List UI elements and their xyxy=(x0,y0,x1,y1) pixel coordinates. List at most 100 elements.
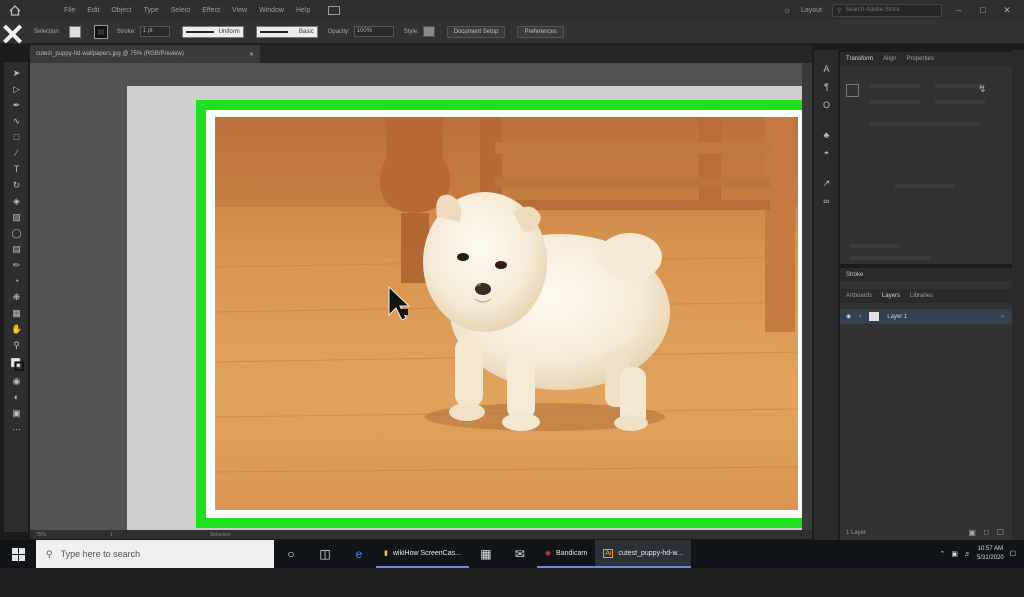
tab-libraries[interactable]: Libraries xyxy=(910,293,933,299)
document-tab[interactable]: cutest_puppy-hd-wallpapers.jpg @ 75% (RG… xyxy=(30,45,260,63)
tab-properties[interactable]: Properties xyxy=(906,56,933,62)
reference-point-icon[interactable] xyxy=(846,84,859,97)
workspace-layout-icon[interactable] xyxy=(328,5,341,15)
style-swatch[interactable] xyxy=(422,26,435,37)
brush-dropdown[interactable]: Basic xyxy=(255,25,318,38)
puppy-photo[interactable] xyxy=(215,117,798,510)
brushes-panel-icon[interactable]: ◓ xyxy=(821,148,832,158)
tab-transform[interactable]: Transform xyxy=(846,56,873,62)
taskbar-app-screencast[interactable]: ▮ wikiHow ScreenCas... xyxy=(376,540,469,568)
menu-select[interactable]: Select xyxy=(165,7,196,14)
current-tool-readout[interactable]: Selection xyxy=(210,532,231,538)
pen-tool-icon[interactable]: ✒ xyxy=(11,100,22,110)
task-view-icon[interactable]: ◫ xyxy=(308,540,342,568)
menu-file[interactable]: File xyxy=(58,7,81,14)
tab-close-icon[interactable]: ✕ xyxy=(249,51,254,58)
menu-type[interactable]: Type xyxy=(138,7,165,14)
eyedropper-tool-icon[interactable]: ✏ xyxy=(11,260,22,270)
maximize-button[interactable]: □ xyxy=(976,5,990,15)
network-icon[interactable]: ▣ xyxy=(951,550,958,558)
visibility-eye-icon[interactable]: ◉ xyxy=(846,313,851,320)
show-hidden-icons-icon[interactable]: ⌃ xyxy=(940,550,946,558)
mail-icon[interactable]: ✉ xyxy=(503,540,537,568)
rotate-tool-icon[interactable]: ↻ xyxy=(11,180,22,190)
minimize-button[interactable]: – xyxy=(952,5,966,15)
symbol-sprayer-tool-icon[interactable]: ❋ xyxy=(11,292,22,302)
transform-constrain-icon[interactable]: ↯ xyxy=(978,84,986,95)
direct-selection-tool-icon[interactable]: ▷ xyxy=(11,84,22,94)
notifications-icon[interactable]: ☐ xyxy=(1010,550,1016,558)
menu-object[interactable]: Object xyxy=(105,7,137,14)
store-icon[interactable]: ▦ xyxy=(469,540,503,568)
stroke-weight-field[interactable]: 1 pt xyxy=(139,26,170,37)
screen-mode-icon[interactable]: ▣ xyxy=(11,408,22,418)
menu-window[interactable]: Window xyxy=(253,7,290,14)
stock-search-input[interactable]: ⚲ Search Adobe Stock xyxy=(832,3,942,17)
character-panel-icon[interactable]: A xyxy=(821,64,832,74)
layer-target-icon[interactable]: ○ xyxy=(1000,314,1004,320)
opentype-panel-icon[interactable]: O xyxy=(821,100,832,110)
fill-stroke-icon[interactable] xyxy=(10,357,25,372)
preferences-button[interactable]: Preferences xyxy=(517,25,564,38)
color-mode-icon[interactable]: ◉ xyxy=(11,376,22,386)
more-tools-icon[interactable]: ⋯ xyxy=(11,424,22,434)
zoom-tool-icon[interactable]: ⚲ xyxy=(11,340,22,350)
curvature-tool-icon[interactable]: ∿ xyxy=(11,116,22,126)
scale-tool-icon[interactable]: ▨ xyxy=(11,212,22,222)
links-panel-icon[interactable]: ∞ xyxy=(821,196,832,206)
menu-edit[interactable]: Edit xyxy=(81,7,105,14)
home-icon[interactable] xyxy=(0,0,30,20)
layer-row[interactable]: ◉ › Layer 1 ○ xyxy=(840,309,1012,324)
lightbulb-icon[interactable]: ☼ xyxy=(783,5,791,15)
document-setup-button[interactable]: Document Setup xyxy=(446,25,506,38)
taskbar-search-input[interactable]: ⚲ Type here to search xyxy=(36,540,274,568)
artboard-tool-icon[interactable]: ▦ xyxy=(11,308,22,318)
clock-time: 10:57 AM xyxy=(977,546,1004,552)
stroke-panel-title[interactable]: Stroke xyxy=(846,272,863,278)
selection-tool-icon[interactable]: ➤ xyxy=(11,68,22,78)
tab-align[interactable]: Align xyxy=(883,56,896,62)
stroke-label[interactable]: Stroke: xyxy=(117,29,136,35)
system-clock[interactable]: 10:57 AM 5/31/2020 xyxy=(977,545,1004,563)
menu-effect[interactable]: Effect xyxy=(196,7,226,14)
layer-name[interactable]: Layer 1 xyxy=(887,314,907,320)
taskbar-app-bandicam[interactable]: ◉ Bandicam xyxy=(536,540,596,568)
fill-swatch[interactable] xyxy=(68,25,81,38)
type-tool-icon[interactable]: T xyxy=(11,164,22,174)
new-sublayer-icon[interactable]: ▣ xyxy=(968,528,976,537)
window-close-button[interactable]: ✕ xyxy=(1000,5,1014,16)
artboard-navigator[interactable]: 1 xyxy=(110,532,130,538)
volume-icon[interactable]: ♬ xyxy=(964,551,971,558)
video-close-icon[interactable]: ✕ xyxy=(0,21,25,51)
opacity-label[interactable]: Opacity: xyxy=(328,29,350,35)
blend-tool-icon[interactable]: ◔ xyxy=(11,276,22,286)
windows-start-icon[interactable] xyxy=(0,540,36,568)
rectangle-tool-icon[interactable]: □ xyxy=(11,132,22,142)
new-layer-icon[interactable]: □ xyxy=(984,528,989,537)
eraser-tool-icon[interactable]: ◈ xyxy=(11,196,22,206)
panel-scrollbar[interactable] xyxy=(1012,50,1024,540)
zoom-level[interactable]: 75% xyxy=(36,532,60,538)
canvas-vertical-scrollbar[interactable] xyxy=(802,63,812,530)
expand-chevron-icon[interactable]: › xyxy=(859,314,861,320)
stroke-swatch[interactable] xyxy=(93,24,108,39)
gradient-tool-icon[interactable]: ▤ xyxy=(11,244,22,254)
taskbar-app-illustrator[interactable]: Ai cutest_puppy-hd-w... xyxy=(595,540,692,568)
tab-artboards[interactable]: Artboards xyxy=(846,293,872,299)
opacity-field[interactable]: 100% xyxy=(353,26,394,37)
export-panel-icon[interactable]: ↗ xyxy=(821,178,832,188)
line-tool-icon[interactable]: ⁄ xyxy=(11,148,22,158)
symbols-panel-icon[interactable]: ♣ xyxy=(821,130,832,140)
cortana-icon[interactable]: ○ xyxy=(274,540,308,568)
paragraph-panel-icon[interactable]: ¶ xyxy=(821,82,832,92)
draw-mode-icon[interactable]: ◐ xyxy=(11,392,22,402)
variable-width-dropdown[interactable]: Uniform xyxy=(181,25,244,38)
shape-builder-tool-icon[interactable]: ◯ xyxy=(11,228,22,238)
menu-help[interactable]: Help xyxy=(290,7,316,14)
delete-layer-icon[interactable]: ☐ xyxy=(997,528,1004,537)
edge-browser-icon[interactable]: e xyxy=(342,540,376,568)
menu-view[interactable]: View xyxy=(226,7,253,14)
workspace-switcher[interactable]: Layout xyxy=(801,7,822,14)
tab-layers[interactable]: Layers xyxy=(882,293,900,299)
hand-tool-icon[interactable]: ✋ xyxy=(11,324,22,334)
